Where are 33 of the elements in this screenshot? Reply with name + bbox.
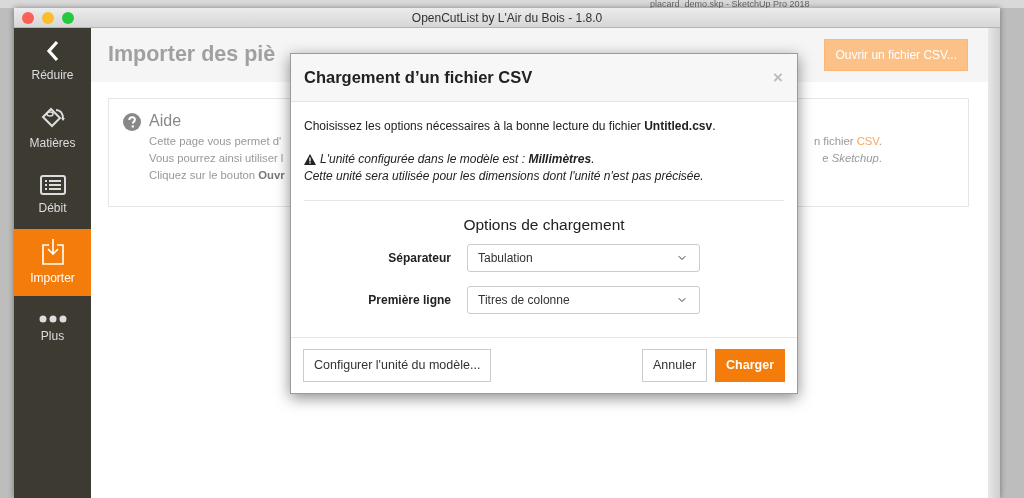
warning-icon bbox=[304, 154, 316, 165]
configure-unit-button[interactable]: Configurer l'unité du modèle... bbox=[303, 349, 492, 382]
minimize-icon[interactable] bbox=[42, 11, 54, 24]
help-icon bbox=[123, 113, 141, 131]
help-title: Aide bbox=[149, 111, 182, 131]
field-label: Séparateur bbox=[387, 250, 452, 268]
page-title: Importer des piè bbox=[108, 42, 276, 68]
help-text: Cliquez sur le bouton Ouvr bbox=[149, 168, 285, 183]
download-icon bbox=[41, 238, 64, 265]
warning-text: L'unité configurée dans le modèle est : Millimètres. bbox=[320, 151, 595, 168]
help-text: e Sketchup. bbox=[821, 151, 882, 166]
cancel-button[interactable]: Annuler bbox=[641, 349, 708, 382]
dots-icon bbox=[38, 314, 67, 323]
sidebar-item[interactable]: Matières bbox=[14, 95, 91, 162]
help-text: n fichier CSV. bbox=[813, 134, 882, 149]
note-text: Cette unité sera utilisée pour les dimensions dont l'unité n'est pas précisée. bbox=[304, 168, 705, 185]
window-title: OpenCutList by L'Air du Bois - 1.8.0 bbox=[410, 9, 604, 27]
close-icon[interactable] bbox=[22, 11, 34, 24]
dropdown[interactable]: Tabulation bbox=[467, 244, 700, 273]
modal-title: Chargement d’un fichier CSV bbox=[304, 67, 533, 88]
maximize-icon[interactable] bbox=[62, 11, 74, 24]
intro-text: Choisissez les options nécessaires à la bonne lecture du fichier Untitled.csv. bbox=[304, 118, 717, 135]
paint-bucket-icon bbox=[39, 105, 66, 130]
sidebar-item[interactable]: Plus bbox=[14, 296, 91, 363]
background-window-title: placard_demo.skp - SketchUp Pro 2018 bbox=[650, 0, 810, 8]
sidebar-item[interactable]: Réduire bbox=[14, 28, 91, 95]
chevron-icon bbox=[45, 39, 60, 62]
help-text: Cette page vous permet d' bbox=[149, 134, 283, 149]
field-label: Première ligne bbox=[367, 292, 452, 310]
options-title: Options de chargement bbox=[462, 215, 626, 235]
list-icon bbox=[39, 174, 66, 195]
sidebar-item[interactable]: Débit bbox=[14, 162, 91, 229]
dropdown[interactable]: Titres de colonne bbox=[467, 286, 700, 315]
